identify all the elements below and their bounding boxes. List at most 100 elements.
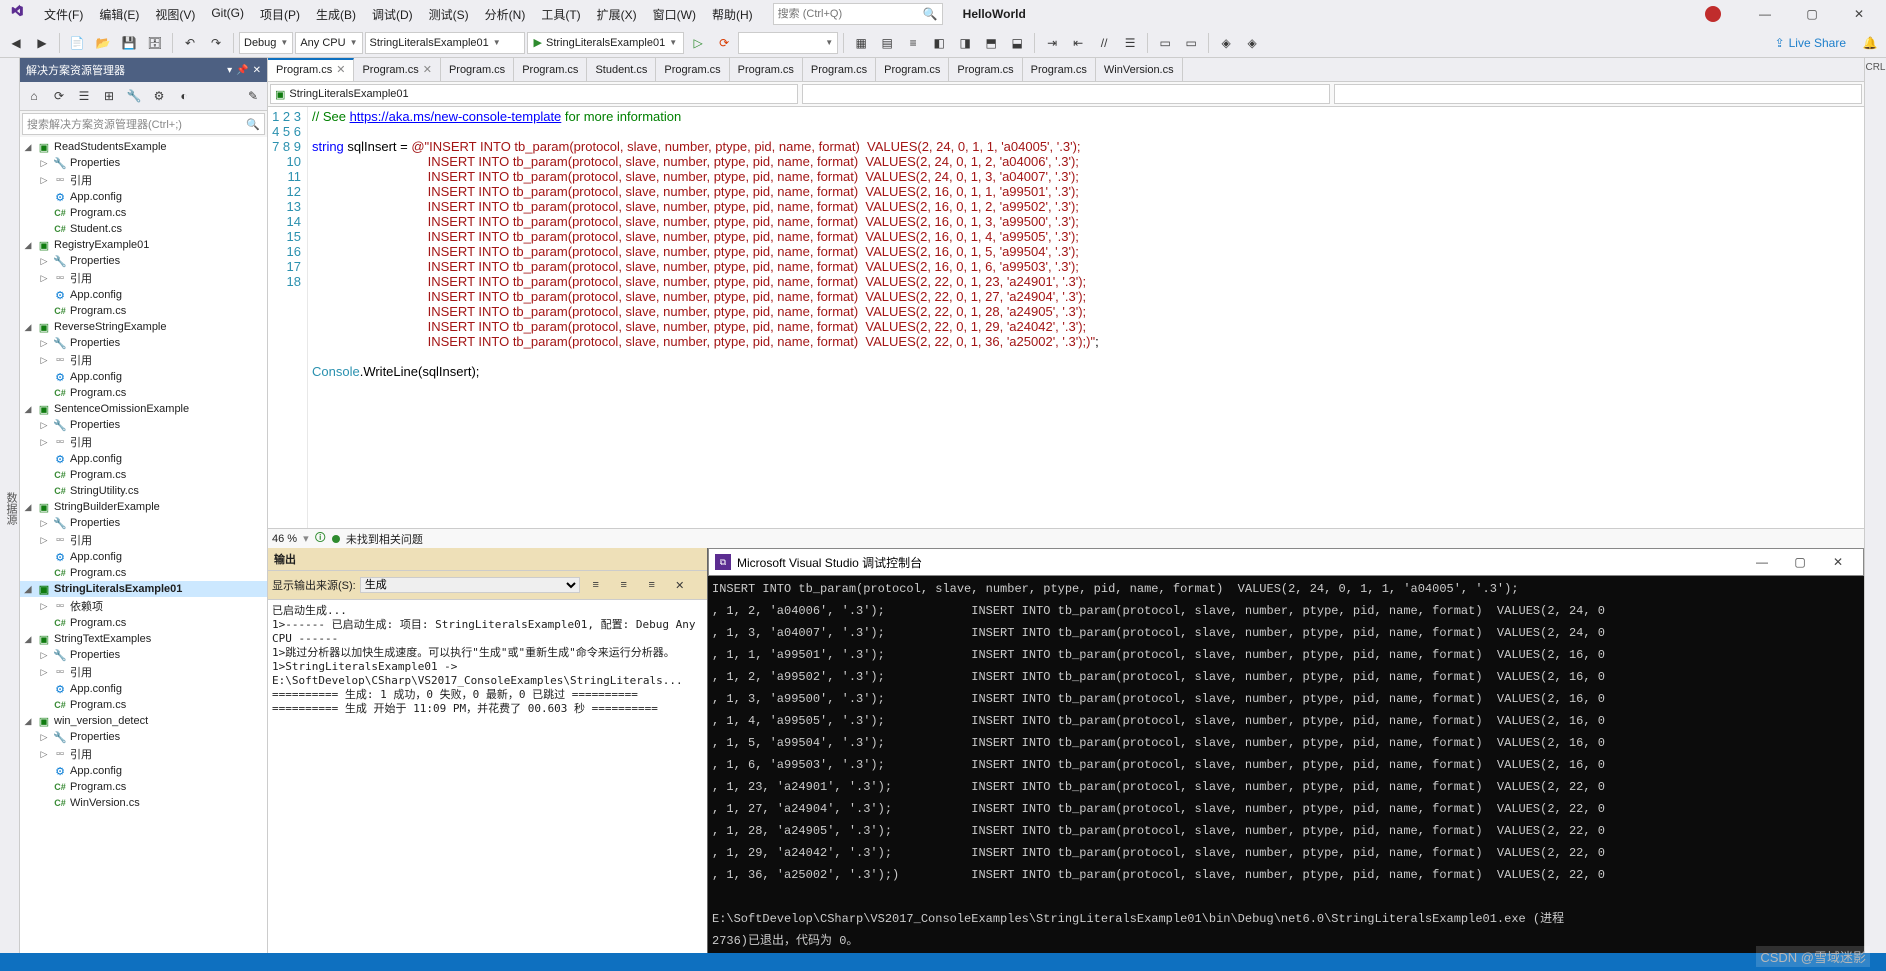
tool-icon[interactable]: ◨ xyxy=(953,31,977,55)
file-node[interactable]: ⚙App.config xyxy=(20,451,267,467)
menu-item[interactable]: 生成(B) xyxy=(308,2,364,27)
menu-item[interactable]: 测试(S) xyxy=(421,2,477,27)
new-button[interactable]: 📄 xyxy=(65,31,89,55)
menu-item[interactable]: 工具(T) xyxy=(533,2,588,27)
startup-combo[interactable]: StringLiteralsExample01▼ xyxy=(365,32,525,54)
file-node[interactable]: StringUtility.cs xyxy=(20,483,267,499)
editor-tab[interactable]: Program.cs ✕ xyxy=(354,58,440,81)
tool-icon[interactable]: ⬒ xyxy=(979,31,1003,55)
file-node[interactable]: ▷▫▫引用 xyxy=(20,745,267,763)
expand-icon[interactable]: ▷ xyxy=(38,175,50,186)
clear-button[interactable]: ✕ xyxy=(668,573,692,597)
tool-icon[interactable]: ☰ xyxy=(1118,31,1142,55)
editor-tab[interactable]: WinVersion.cs xyxy=(1096,58,1183,81)
expand-icon[interactable]: ▷ xyxy=(38,749,50,760)
tool-icon[interactable]: ⚙ xyxy=(147,84,171,108)
tool-icon[interactable]: ▤ xyxy=(875,31,899,55)
tool-icon[interactable]: ◐ xyxy=(172,84,196,108)
console-content[interactable]: INSERT INTO tb_param(protocol, slave, nu… xyxy=(708,576,1864,953)
left-tool-strip[interactable]: 数据源 xyxy=(0,58,20,953)
home-button[interactable]: ⌂ xyxy=(22,84,46,108)
tool-icon[interactable]: ◈ xyxy=(1240,31,1264,55)
file-node[interactable]: Program.cs xyxy=(20,303,267,319)
file-node[interactable]: Program.cs xyxy=(20,467,267,483)
file-node[interactable]: ⚙App.config xyxy=(20,287,267,303)
editor-tab[interactable]: Program.cs ✕ xyxy=(268,58,354,81)
file-node[interactable]: Program.cs xyxy=(20,615,267,631)
zoom-combo[interactable]: 46 % xyxy=(272,533,297,545)
editor-tab[interactable]: Program.cs xyxy=(441,58,514,81)
expand-icon[interactable]: ▷ xyxy=(38,601,50,612)
close-panel-button[interactable]: ✕ xyxy=(253,65,261,76)
tool-icon[interactable]: ✎ xyxy=(241,84,265,108)
liveshare-button[interactable]: ⇪Live Share xyxy=(1765,36,1856,50)
solution-search[interactable]: 搜索解决方案资源管理器(Ctrl+;) 🔍 xyxy=(22,113,265,135)
menu-item[interactable]: 帮助(H) xyxy=(704,2,761,27)
project-node[interactable]: ◢▣RegistryExample01 xyxy=(20,237,267,253)
file-node[interactable]: ⚙App.config xyxy=(20,549,267,565)
file-node[interactable]: ▷▫▫依赖项 xyxy=(20,597,267,615)
maximize-button[interactable]: ▢ xyxy=(1789,0,1835,28)
tool-icon[interactable]: ⇥ xyxy=(1040,31,1064,55)
expand-icon[interactable]: ▷ xyxy=(38,518,50,529)
editor-tab[interactable]: Program.cs xyxy=(949,58,1022,81)
file-node[interactable]: Program.cs xyxy=(20,205,267,221)
expand-icon[interactable]: ▷ xyxy=(38,667,50,678)
tab-close-icon[interactable]: ✕ xyxy=(336,63,345,76)
tool-icon[interactable]: ◧ xyxy=(927,31,951,55)
expand-icon[interactable]: ◢ xyxy=(22,634,34,645)
file-node[interactable]: ▷🔧Properties xyxy=(20,417,267,433)
project-node[interactable]: ◢▣ReverseStringExample xyxy=(20,319,267,335)
tool-icon[interactable]: ▭ xyxy=(1153,31,1177,55)
file-node[interactable]: ▷🔧Properties xyxy=(20,729,267,745)
file-node[interactable]: ⚙App.config xyxy=(20,763,267,779)
expand-icon[interactable]: ▷ xyxy=(38,355,50,366)
code-editor[interactable]: 1 2 3 4 5 6 7 8 9 10 11 12 13 14 15 16 1… xyxy=(268,107,1864,528)
tool-icon[interactable]: ⇤ xyxy=(1066,31,1090,55)
file-node[interactable]: ▷🔧Properties xyxy=(20,253,267,269)
file-node[interactable]: WinVersion.cs xyxy=(20,795,267,811)
expand-icon[interactable]: ◢ xyxy=(22,240,34,251)
expand-icon[interactable]: ▷ xyxy=(38,732,50,743)
search-box[interactable]: 🔍 xyxy=(773,3,943,25)
save-all-button[interactable]: 🗄 xyxy=(143,31,167,55)
autohide-button[interactable]: ▾ xyxy=(227,65,232,76)
project-node[interactable]: ◢▣StringTextExamples xyxy=(20,631,267,647)
tool-icon[interactable]: ≡ xyxy=(584,573,608,597)
pin-button[interactable]: 📌 xyxy=(236,65,248,76)
file-node[interactable]: ▷▫▫引用 xyxy=(20,433,267,451)
platform-combo[interactable]: Any CPU▼ xyxy=(295,32,362,54)
tool-icon[interactable]: ≡ xyxy=(901,31,925,55)
project-node[interactable]: ◢▣SentenceOmissionExample xyxy=(20,401,267,417)
tool-icon[interactable]: ≡ xyxy=(640,573,664,597)
output-source-combo[interactable]: 生成 xyxy=(360,577,580,593)
menu-item[interactable]: 窗口(W) xyxy=(645,2,704,27)
expand-icon[interactable]: ◢ xyxy=(22,404,34,415)
close-button[interactable]: ✕ xyxy=(1836,0,1882,28)
file-node[interactable]: Student.cs xyxy=(20,221,267,237)
tool-icon[interactable]: ⟳ xyxy=(47,84,71,108)
open-button[interactable]: 📂 xyxy=(91,31,115,55)
code-content[interactable]: // See https://aka.ms/new-console-templa… xyxy=(308,107,1864,528)
menu-item[interactable]: 项目(P) xyxy=(252,2,308,27)
start-nodebug-button[interactable]: ▷ xyxy=(686,31,710,55)
file-node[interactable]: ▷🔧Properties xyxy=(20,155,267,171)
save-button[interactable]: 💾 xyxy=(117,31,141,55)
file-node[interactable]: ▷▫▫引用 xyxy=(20,351,267,369)
expand-icon[interactable]: ▷ xyxy=(38,437,50,448)
nav-project-combo[interactable]: ▣StringLiteralsExample01 xyxy=(270,84,798,104)
editor-tab[interactable]: Program.cs xyxy=(730,58,803,81)
tool-icon[interactable]: ◈ xyxy=(1214,31,1238,55)
tool-icon[interactable]: ☰ xyxy=(72,84,96,108)
project-node[interactable]: ◢▣StringLiteralsExample01 xyxy=(20,581,267,597)
hot-reload-button[interactable]: ⟳ xyxy=(712,31,736,55)
console-close-button[interactable]: ✕ xyxy=(1819,549,1857,575)
file-node[interactable]: ⚙App.config xyxy=(20,681,267,697)
project-node[interactable]: ◢▣ReadStudentsExample xyxy=(20,139,267,155)
start-debug-button[interactable]: ▶StringLiteralsExample01▼ xyxy=(527,32,685,54)
expand-icon[interactable]: ▷ xyxy=(38,273,50,284)
expand-icon[interactable]: ▷ xyxy=(38,158,50,169)
expand-icon[interactable]: ▷ xyxy=(38,535,50,546)
project-node[interactable]: ◢▣StringBuilderExample xyxy=(20,499,267,515)
file-node[interactable]: ▷🔧Properties xyxy=(20,515,267,531)
